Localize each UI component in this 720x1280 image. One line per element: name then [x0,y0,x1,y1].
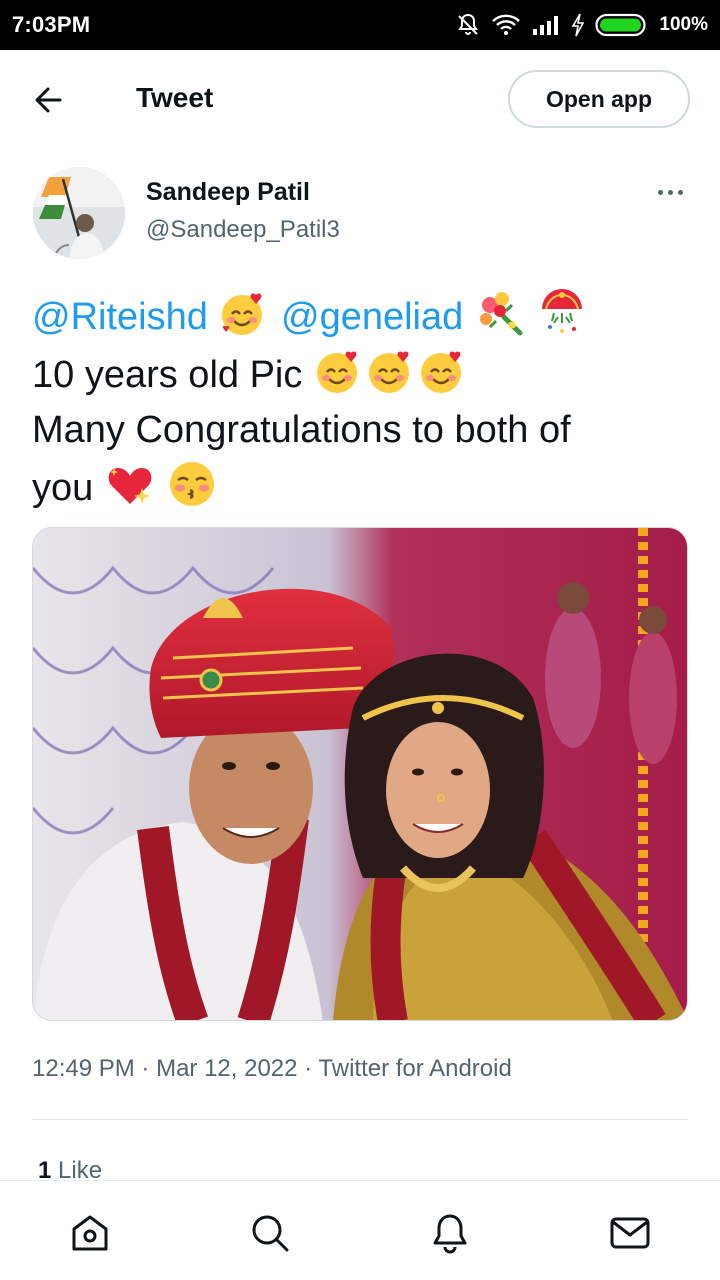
open-app-button[interactable]: Open app [508,70,690,128]
nav-home-button[interactable] [68,1211,112,1255]
more-horizontal-icon [657,189,663,195]
battery-icon [595,12,649,38]
wifi-icon [491,13,521,37]
mention-link[interactable]: @geneliad [281,296,463,338]
avatar[interactable] [33,167,125,259]
mention-link[interactable]: @Riteishd [32,296,208,338]
nav-notifications-button[interactable] [428,1211,472,1255]
smiling-hearts-emoji-icon [316,351,357,393]
tweet-meta: 12:49 PM · Mar 12, 2022 · Twitter for An… [32,1055,512,1083]
sparkling-heart-emoji-icon [108,468,152,504]
smiling-hearts-emoji-icon [420,351,461,393]
signal-icon [531,14,561,36]
nav-search-button[interactable] [248,1211,292,1255]
bouquet-emoji-icon [479,292,523,336]
charging-icon [571,13,585,37]
page-title: Tweet [136,82,214,113]
wedding-photo-image [33,528,687,1020]
tweet-line-4: you [32,458,692,516]
author-handle[interactable]: @Sandeep_Patil3 [146,216,340,244]
tweet-line-1: @Riteishd @geneliad [32,287,692,345]
tweet-text: @Riteishd @geneliad 10 years old Pic Man… [32,287,692,516]
tweet-line-4-text: you [32,467,94,509]
kissing-face-emoji-icon [170,462,215,506]
home-icon [72,1215,108,1251]
nav-messages-button[interactable] [608,1211,652,1255]
more-options-button[interactable] [650,180,690,204]
tweet-line-3: Many Congratulations to both of [32,409,571,451]
search-icon [252,1215,289,1252]
smiling-hearts-emoji-icon [368,351,409,393]
mute-icon [455,12,481,38]
tweet-time[interactable]: 12:49 PM [32,1055,135,1082]
tweet-line-2-text: 10 years old Pic [32,354,303,396]
arrow-left-icon [35,87,62,113]
divider [32,1119,688,1120]
top-bar: Tweet Open app [0,50,720,150]
tweet-line-2: 10 years old Pic [32,345,692,403]
smiling-hearts-emoji-icon [222,293,263,335]
bottom-nav [0,1180,720,1280]
meta-separator: · [141,1055,150,1082]
status-time: 7:03PM [12,12,91,37]
confetti-ball-emoji-icon [542,289,583,333]
battery-percent: 100% [659,14,708,35]
status-bar: 7:03PM 100% [0,0,720,50]
tweet-photo[interactable] [32,527,688,1021]
status-icons: 100% [455,12,708,38]
tweet-source[interactable]: Twitter for Android [318,1055,511,1082]
meta-separator: · [304,1055,313,1082]
back-button[interactable] [30,83,70,117]
tweet-date[interactable]: Mar 12, 2022 [156,1055,297,1082]
notifications-icon [433,1214,467,1254]
messages-icon [610,1217,650,1249]
author-name[interactable]: Sandeep Patil [146,178,310,207]
